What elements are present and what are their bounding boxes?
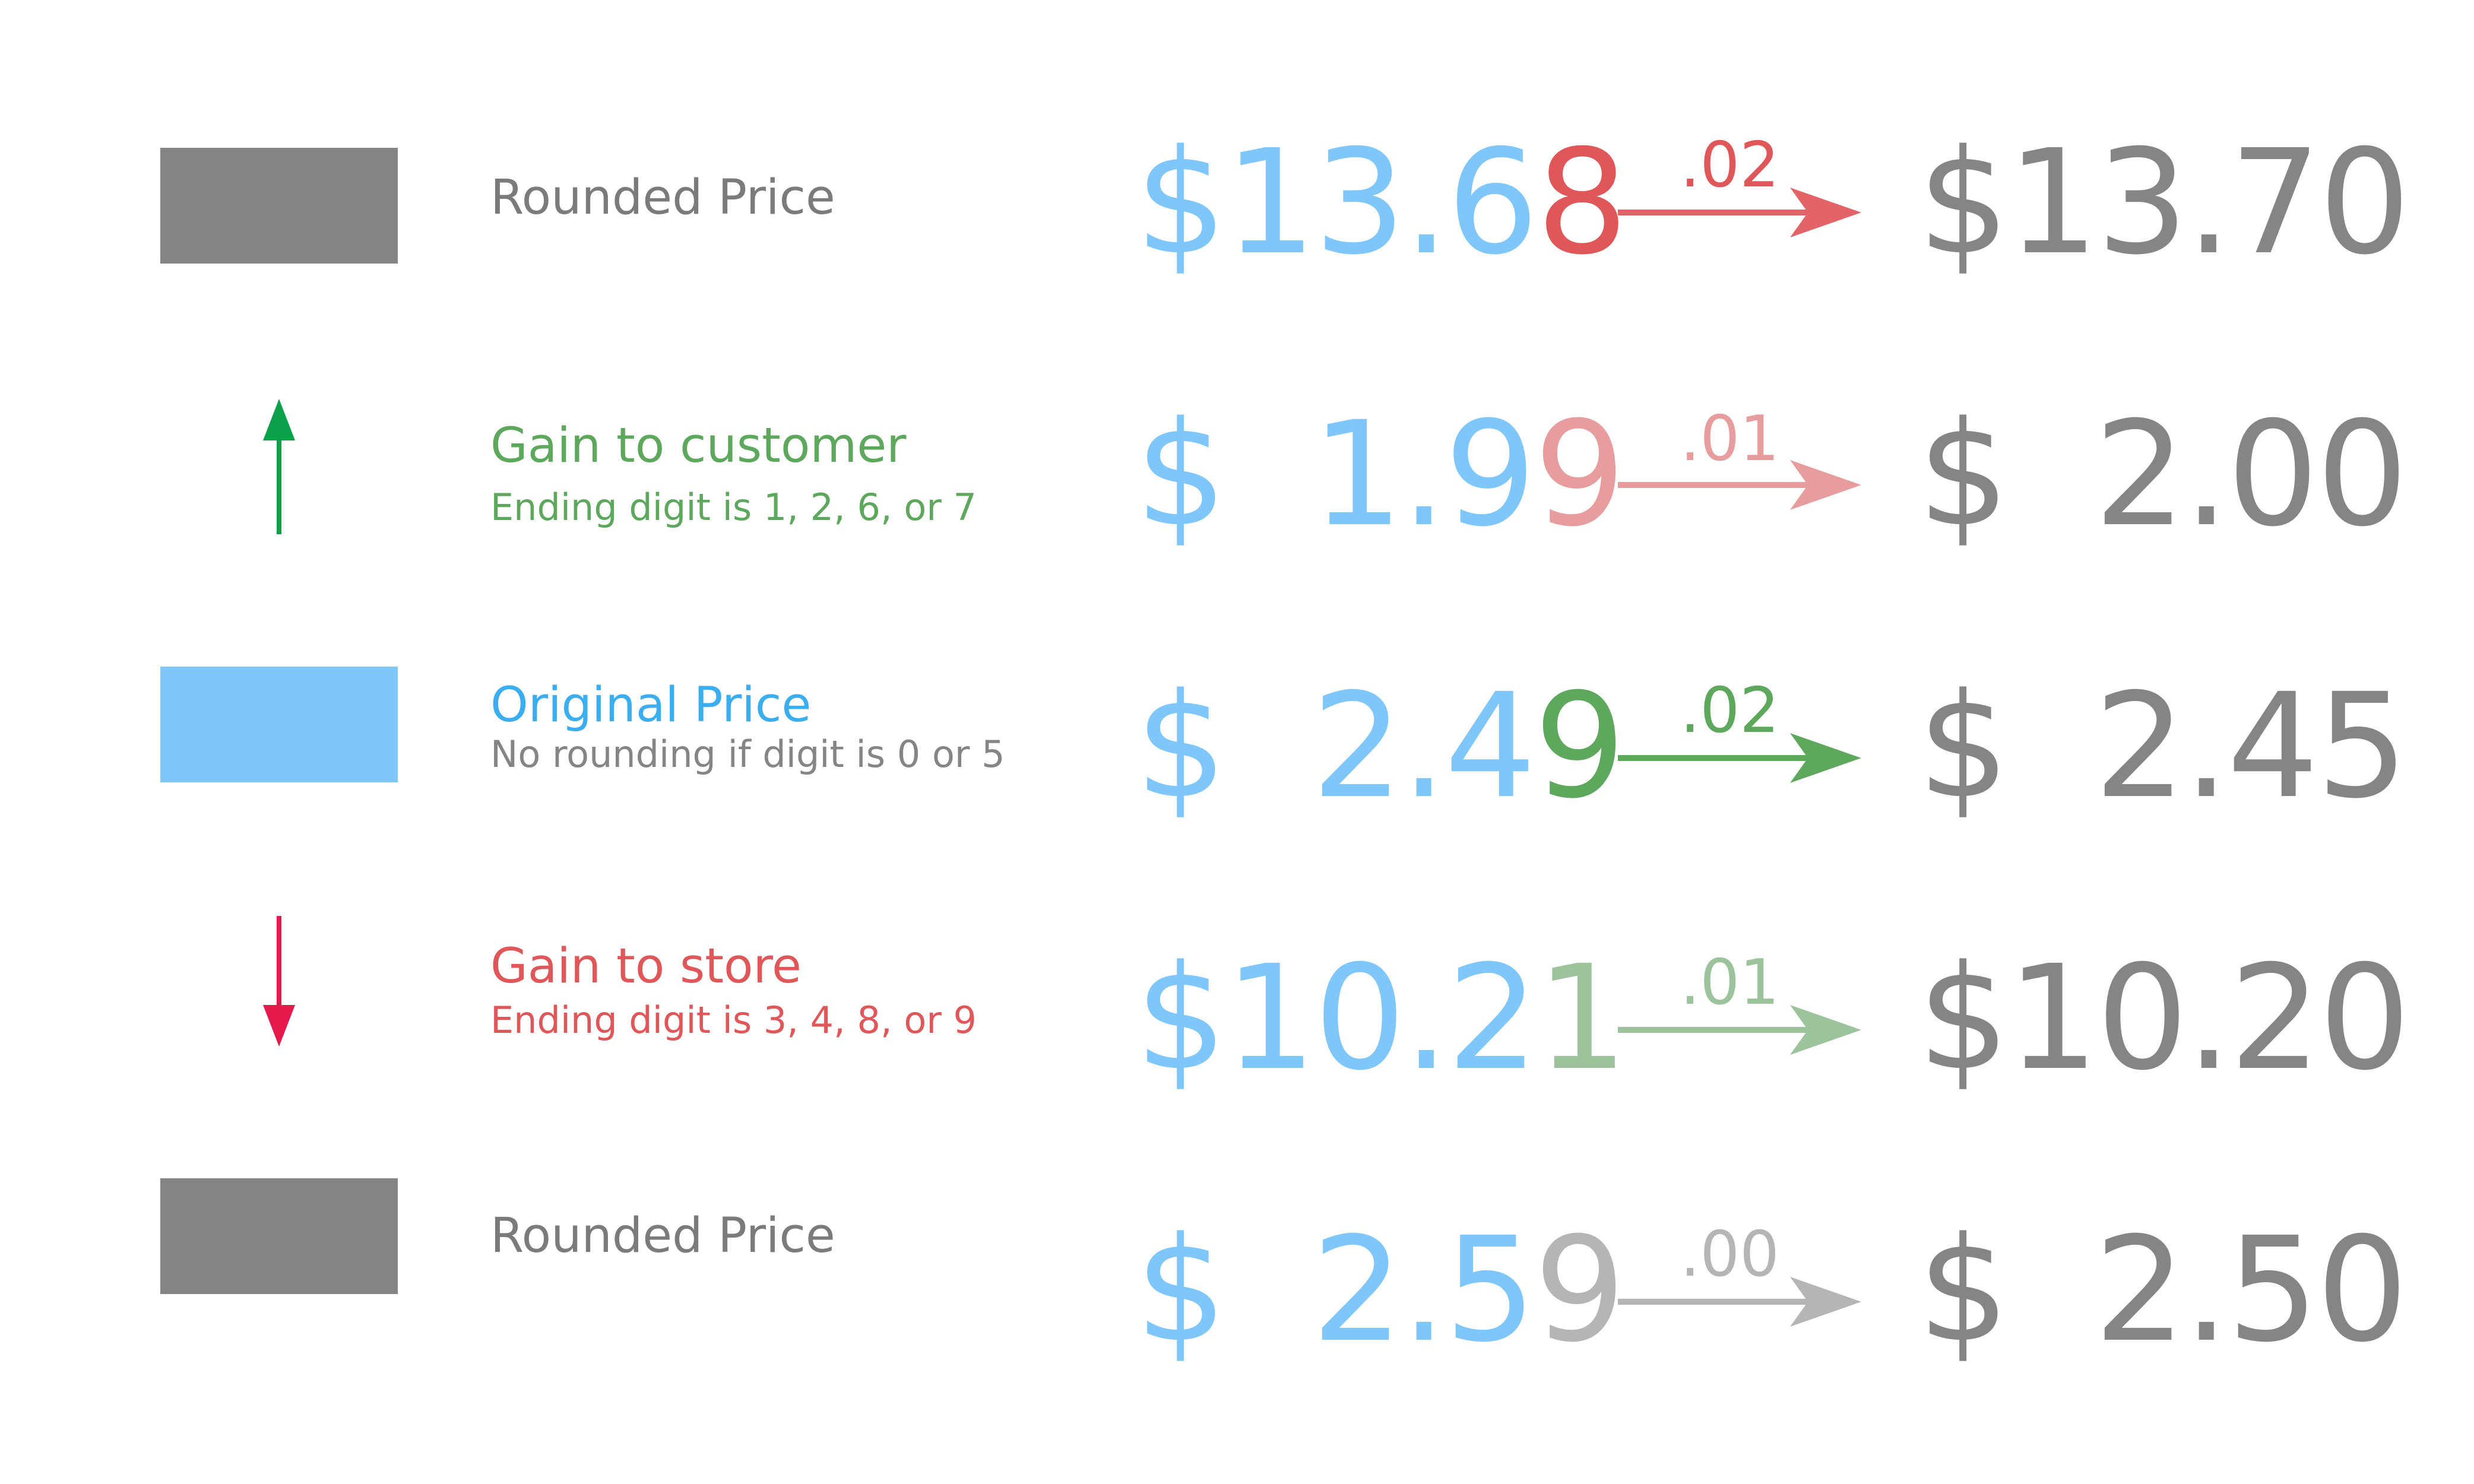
legend-rounded-top-swatch: [160, 148, 398, 264]
original-price-last-digit: 9: [1534, 391, 1626, 559]
original-price-leading: $10.2: [1135, 934, 1539, 1102]
right-arrow-icon: [1618, 1005, 1861, 1055]
rounded-price: $ 2.50: [1918, 1206, 2408, 1374]
original-price-last-digit: 9: [1534, 662, 1626, 830]
rounded-price: $10.20: [1918, 934, 2410, 1102]
original-price: $13.68: [1135, 131, 1628, 275]
original-price-leading: $ 2.4: [1135, 662, 1537, 830]
original-price-last-digit: 1: [1536, 934, 1629, 1102]
original-price-last-digit: 9: [1534, 1206, 1626, 1374]
legend-original-subtitle: No rounding if digit is 0 or 5: [490, 733, 1005, 776]
legend-gain-store-title: Gain to store: [490, 938, 802, 994]
rounded-price: $ 2.00: [1918, 391, 2408, 559]
original-price: $ 1.99: [1135, 402, 1626, 547]
up-arrow-icon: [263, 399, 295, 534]
original-price-leading: $13.6: [1135, 119, 1539, 287]
original-price-leading: $ 1.9: [1135, 391, 1537, 559]
legend-gain-customer-title: Gain to customer: [490, 418, 907, 474]
legend-original-title: Original Price: [490, 677, 812, 733]
right-arrow-icon: [1618, 733, 1861, 783]
original-price: $10.21: [1135, 946, 1628, 1090]
original-price: $ 2.59: [1135, 1218, 1626, 1362]
original-price: $ 2.49: [1135, 674, 1626, 819]
right-arrow-icon: [1618, 460, 1861, 510]
rounded-price: $13.70: [1918, 119, 2410, 287]
legend-rounded-bottom-swatch: [160, 1178, 398, 1294]
legend-rounded-bottom-title: Rounded Price: [490, 1208, 835, 1264]
legend-gain-store-subtitle: Ending digit is 3, 4, 8, or 9: [490, 998, 977, 1042]
legend-rounded-top-title: Rounded Price: [490, 170, 835, 226]
legend-gain-customer-subtitle: Ending digit is 1, 2, 6, or 7: [490, 486, 977, 529]
legend-original-swatch: [160, 667, 398, 782]
rounded-price: $ 2.45: [1918, 662, 2408, 830]
original-price-leading: $ 2.5: [1135, 1206, 1537, 1374]
original-price-last-digit: 8: [1536, 119, 1629, 287]
right-arrow-icon: [1618, 188, 1861, 237]
right-arrow-icon: [1618, 1277, 1861, 1327]
down-arrow-icon: [263, 916, 295, 1047]
